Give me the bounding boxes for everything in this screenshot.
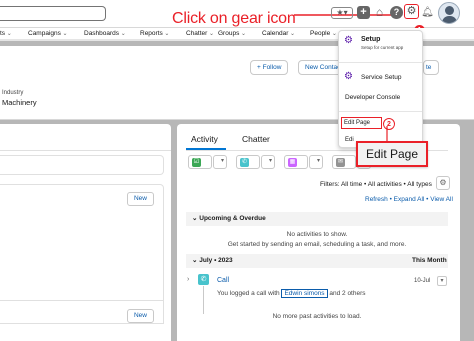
month-section[interactable]: ⌄ July • 2023 [186,254,448,268]
upcoming-header: Upcoming & Overdue [199,215,266,222]
month-header: July • 2023 [199,257,233,264]
nav-item-calendar[interactable]: Calendar [262,30,295,37]
no-past-activities-text: No more past activities to load. [272,313,362,320]
menu-item-setup[interactable]: Setup [361,36,380,43]
follow-button[interactable]: + Follow [250,60,289,75]
related-new-button[interactable]: New [127,309,154,323]
edit-page-callout: Edit Page [356,141,428,167]
activity-filters[interactable]: Filters: All time • All activities • All… [320,181,432,188]
industry-label: Industry [2,90,24,96]
edit-button[interactable]: te [423,60,439,75]
new-contact-button[interactable]: New Contac [298,60,342,75]
send-email-button[interactable]: ✉ [332,155,356,169]
month-label: This Month [412,257,447,264]
filter-gear-icon[interactable]: ⚙ [436,176,450,190]
new-event-button[interactable]: ▦ [284,155,308,169]
new-task-button[interactable]: ☑ [188,155,212,169]
call-icon: ✆ [198,274,209,285]
menu-item-service-setup[interactable]: Service Setup [361,74,401,81]
call-description: You logged a call with Edwin simons and … [217,289,366,298]
favorites-star-icon[interactable]: ★▾ [331,7,353,19]
tab-chatter[interactable]: Chatter [242,134,270,144]
call-icon: ✆ [240,158,249,167]
call-title-link[interactable]: Call [217,277,229,284]
nav-item-groups[interactable]: Groups [218,30,246,37]
help-icon[interactable]: ? [390,6,403,19]
service-setup-gear-icon: ⚙ [344,71,353,82]
menu-item-edit-object[interactable]: Edi [345,137,354,143]
setup-gear-icon[interactable]: ⚙ [404,4,419,19]
nav-item-dashboards[interactable]: Dashboards [84,30,126,37]
chevron-down-icon: ▾ [268,158,272,164]
nav-item-people[interactable]: People [310,30,337,37]
event-calendar-icon: ▦ [288,158,297,167]
call-dropdown[interactable]: ▾ [261,155,275,169]
chevron-right-icon[interactable]: › [187,276,189,283]
call-date: 10-Jul [414,278,431,284]
call-desc-prefix: You logged a call with [217,290,280,297]
related-new-button[interactable]: New [127,192,154,206]
nav-item-accounts[interactable]: ts [0,30,12,37]
no-activities-text: No activities to show. [286,231,348,238]
user-avatar[interactable] [438,2,460,24]
tab-activity[interactable]: Activity [191,134,218,144]
trailhead-icon[interactable]: ⌂ [373,6,386,19]
event-dropdown[interactable]: ▾ [309,155,323,169]
contact-link[interactable]: Edwin simons [281,289,328,298]
menu-divider [339,111,422,112]
global-actions-plus-icon[interactable]: + [357,6,370,19]
log-call-button[interactable]: ✆ [236,155,260,169]
details-section [0,155,164,175]
call-menu-dropdown[interactable]: ▾ [437,276,447,286]
industry-value: Machinery [2,98,37,107]
email-icon: ✉ [336,158,345,167]
nav-item-campaigns[interactable]: Campaigns [28,30,68,37]
chevron-down-icon: ▾ [316,158,320,164]
menu-setup-subtitle: Setup for current app [361,45,404,50]
activity-links[interactable]: Refresh • Expand All • View All [365,196,453,203]
notifications-bell-icon[interactable]: 🔔︎ [421,6,434,19]
step1-callout-text: Click on gear icon [172,10,296,27]
upcoming-overdue-section[interactable]: ⌄ Upcoming & Overdue [186,212,448,226]
global-search-input[interactable] [0,6,106,21]
details-divider [0,150,171,151]
menu-divider [339,62,422,63]
nav-item-chatter[interactable]: Chatter [186,30,214,37]
task-icon: ☑ [192,158,201,167]
related-list-divider [0,300,164,301]
get-started-text: Get started by sending an email, schedul… [227,241,407,248]
task-dropdown[interactable]: ▾ [213,155,227,169]
chevron-down-icon: ▾ [220,158,224,164]
call-desc-suffix: and 2 others [329,290,366,297]
menu-item-edit-page[interactable]: Edit Page [341,117,382,129]
timeline-line [203,286,204,314]
nav-item-reports[interactable]: Reports [140,30,169,37]
setup-gear-icon: ⚙ [344,35,353,46]
menu-item-developer-console[interactable]: Developer Console [345,94,400,101]
